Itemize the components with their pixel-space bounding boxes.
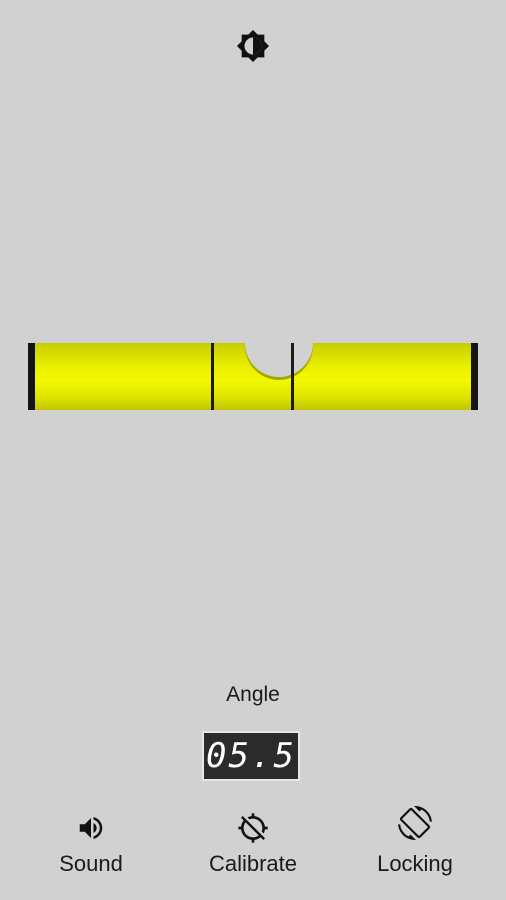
level-center-marker-left (211, 343, 214, 410)
brightness-icon (236, 29, 270, 63)
level-center-marker-right (291, 343, 294, 410)
locking-label: Locking (377, 851, 453, 876)
calibrate-button[interactable]: Calibrate (183, 800, 323, 890)
angle-display: 05.5 (202, 731, 300, 781)
locking-button[interactable]: Locking (345, 800, 485, 890)
bubble-level (28, 343, 478, 410)
level-end-cap-right (471, 343, 478, 410)
level-end-cap-left (28, 343, 35, 410)
level-bubble (245, 343, 313, 377)
angle-value: 05.5 (206, 736, 296, 776)
gps-crosshair-off-icon (236, 811, 270, 845)
calibrate-label: Calibrate (208, 851, 298, 876)
level-tube (28, 343, 478, 410)
bottom-action-bar: Sound Calibrate Locking (0, 800, 506, 900)
screen-rotation-icon (398, 806, 432, 840)
brightness-button[interactable] (235, 28, 271, 64)
sound-button[interactable]: Sound (21, 800, 161, 890)
angle-label: Angle (226, 683, 280, 706)
volume-icon (74, 811, 108, 845)
sound-label: Sound (59, 851, 123, 876)
